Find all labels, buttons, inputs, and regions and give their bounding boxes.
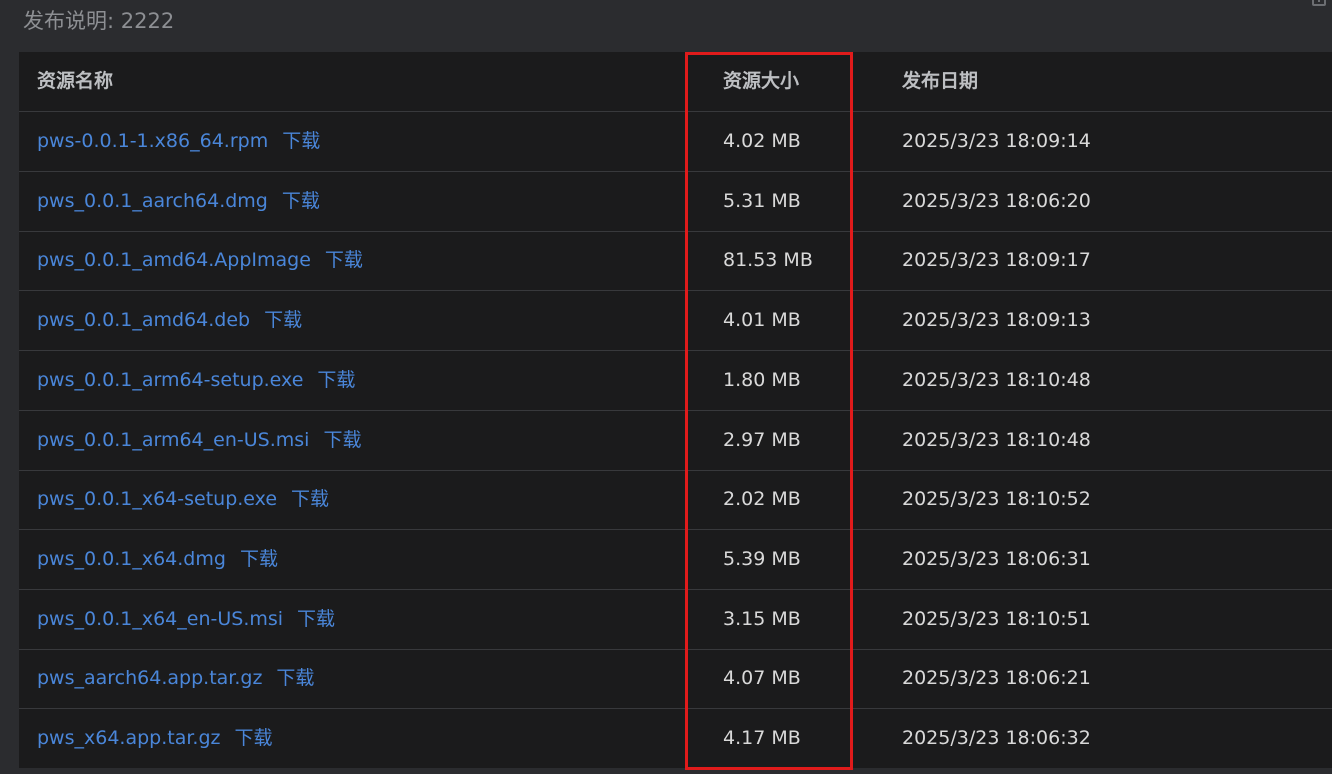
download-link[interactable]: 下载	[317, 369, 355, 391]
release-date-cell: 2025/3/23 18:10:48	[902, 369, 1091, 391]
table-row: pws_0.0.1_arm64_en-US.msi 下载 2.97 MB 2025/3…	[19, 411, 1332, 471]
resource-size-cell: 5.31 MB	[723, 190, 801, 212]
resource-file-link[interactable]: pws_0.0.1_aarch64.dmg	[37, 190, 268, 212]
resource-name-cell: pws_0.0.1_x64-setup.exe 下载	[37, 470, 329, 529]
download-link[interactable]: 下载	[325, 249, 363, 271]
release-date-cell: 2025/3/23 18:06:21	[902, 667, 1091, 689]
table-row: pws_0.0.1_x64.dmg 下载 5.39 MB 2025/3/23 18:0…	[19, 530, 1332, 590]
resource-file-link[interactable]: pws_0.0.1_arm64-setup.exe	[37, 369, 303, 391]
resource-name-cell: pws_x64.app.tar.gz 下载	[37, 709, 273, 768]
release-assets-page: 发布说明: 2222 资源名称 资源大小 发布日期 pws-0.0.1-1.x8…	[0, 0, 1332, 774]
resource-size-cell: 4.17 MB	[723, 727, 801, 749]
resource-name-cell: pws_aarch64.app.tar.gz 下载	[37, 649, 314, 708]
resource-name-cell: pws_0.0.1_arm64_en-US.msi 下载	[37, 411, 361, 470]
resource-name-cell: pws-0.0.1-1.x86_64.rpm 下载	[37, 112, 320, 171]
resource-file-link[interactable]: pws_0.0.1_amd64.deb	[37, 309, 250, 331]
download-link[interactable]: 下载	[323, 429, 361, 451]
release-date-cell: 2025/3/23 18:10:48	[902, 429, 1091, 451]
table-row: pws_x64.app.tar.gz 下载 4.17 MB 2025/3/23 18:…	[19, 709, 1332, 768]
release-date-cell: 2025/3/23 18:10:51	[902, 608, 1091, 630]
resource-file-link[interactable]: pws_0.0.1_x64.dmg	[37, 548, 226, 570]
table-row: pws_0.0.1_amd64.deb 下载 4.01 MB 2025/3/23 18…	[19, 291, 1332, 351]
table-header-row: 资源名称 资源大小 发布日期	[19, 52, 1332, 112]
resource-name-cell: pws_0.0.1_aarch64.dmg 下载	[37, 172, 320, 231]
resource-size-cell: 5.39 MB	[723, 548, 801, 570]
release-date-cell: 2025/3/23 18:06:31	[902, 548, 1091, 570]
resource-file-link[interactable]: pws_0.0.1_x64_en-US.msi	[37, 608, 283, 630]
table-row: pws_0.0.1_amd64.AppImage 下载 81.53 MB 2025/3…	[19, 231, 1332, 291]
header-resource-name: 资源名称	[37, 70, 114, 92]
resource-name-cell: pws_0.0.1_x64.dmg 下载	[37, 530, 278, 589]
table-row: pws_0.0.1_x64_en-US.msi 下载 3.15 MB 2025/3/2…	[19, 590, 1332, 650]
assets-table: 资源名称 资源大小 发布日期 pws-0.0.1-1.x86_64.rpm 下载 4…	[19, 52, 1332, 768]
resource-file-link[interactable]: pws_aarch64.app.tar.gz	[37, 667, 262, 689]
resource-file-link[interactable]: pws_0.0.1_arm64_en-US.msi	[37, 429, 309, 451]
release-date-cell: 2025/3/23 18:10:52	[902, 488, 1091, 510]
table-row: pws_0.0.1_x64-setup.exe 下载 2.02 MB 2025/3/2…	[19, 470, 1332, 530]
header-resource-size: 资源大小	[723, 70, 800, 92]
download-link[interactable]: 下载	[297, 608, 335, 630]
resource-name-cell: pws_0.0.1_x64_en-US.msi 下载	[37, 590, 335, 649]
resource-size-cell: 4.01 MB	[723, 309, 801, 331]
resource-size-cell: 81.53 MB	[723, 249, 813, 271]
header-release-date: 发布日期	[902, 70, 979, 92]
resource-size-cell: 2.02 MB	[723, 488, 801, 510]
release-date-cell: 2025/3/23 18:06:32	[902, 727, 1091, 749]
download-link[interactable]: 下载	[264, 309, 302, 331]
release-date-cell: 2025/3/23 18:09:14	[902, 130, 1091, 152]
resource-name-cell: pws_0.0.1_amd64.deb 下载	[37, 291, 302, 350]
release-date-cell: 2025/3/23 18:06:20	[902, 190, 1091, 212]
resource-file-link[interactable]: pws_x64.app.tar.gz	[37, 727, 221, 749]
resource-file-link[interactable]: pws_0.0.1_amd64.AppImage	[37, 249, 311, 271]
release-note-title: 发布说明: 2222	[23, 9, 175, 33]
download-link[interactable]: 下载	[291, 488, 329, 510]
download-link[interactable]: 下载	[276, 667, 314, 689]
resource-size-cell: 1.80 MB	[723, 369, 801, 391]
table-row: pws_0.0.1_aarch64.dmg 下载 5.31 MB 2025/3/23 …	[19, 172, 1332, 232]
resource-name-cell: pws_0.0.1_arm64-setup.exe 下载	[37, 351, 355, 410]
resource-size-cell: 2.97 MB	[723, 429, 801, 451]
resource-name-cell: pws_0.0.1_amd64.AppImage 下载	[37, 231, 363, 290]
resource-file-link[interactable]: pws_0.0.1_x64-setup.exe	[37, 488, 277, 510]
collapse-icon[interactable]	[1312, 0, 1326, 6]
resource-size-cell: 4.07 MB	[723, 667, 801, 689]
resource-file-link[interactable]: pws-0.0.1-1.x86_64.rpm	[37, 130, 268, 152]
table-row: pws_aarch64.app.tar.gz 下载 4.07 MB 2025/3/23…	[19, 649, 1332, 709]
download-link[interactable]: 下载	[282, 190, 320, 212]
release-date-cell: 2025/3/23 18:09:13	[902, 309, 1091, 331]
resource-size-cell: 3.15 MB	[723, 608, 801, 630]
release-date-cell: 2025/3/23 18:09:17	[902, 249, 1091, 271]
download-link[interactable]: 下载	[240, 548, 278, 570]
table-row: pws_0.0.1_arm64-setup.exe 下载 1.80 MB 2025/3…	[19, 351, 1332, 411]
download-link[interactable]: 下载	[235, 727, 273, 749]
table-row: pws-0.0.1-1.x86_64.rpm 下载 4.02 MB 2025/3/23…	[19, 112, 1332, 172]
resource-size-cell: 4.02 MB	[723, 130, 801, 152]
download-link[interactable]: 下载	[282, 130, 320, 152]
